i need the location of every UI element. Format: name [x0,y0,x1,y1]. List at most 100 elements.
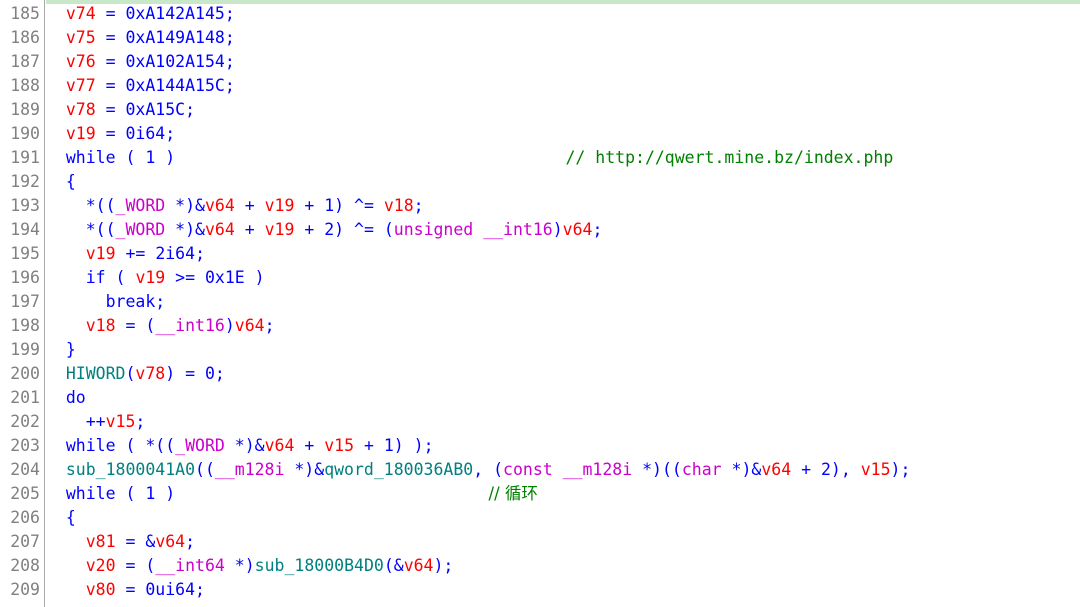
code-token-punct: ); [433,556,454,575]
line-number: 189 [10,100,40,119]
code-token-punct [46,484,66,503]
line-code[interactable]: v18 = (__int16)v64; [46,314,275,338]
code-token-punct: } [46,340,76,359]
code-token-punct: ; [195,244,205,263]
line-number: 208 [10,556,40,575]
code-line[interactable]: 203 while ( *((_WORD *)&v64 + v15 + 1) )… [0,434,1080,458]
code-line[interactable]: 190 v19 = 0i64; [0,122,1080,146]
code-token-punct: += [115,244,156,263]
code-line[interactable]: 187 v76 = 0xA102A154; [0,50,1080,74]
code-token-punct [46,556,86,575]
code-token-punct: { [46,508,76,527]
line-code[interactable]: v74 = 0xA142A145; [46,2,235,26]
code-line[interactable]: 195 v19 += 2i64; [0,242,1080,266]
code-line[interactable]: 209 v80 = 0ui64; [0,578,1080,602]
code-line[interactable]: 189 v78 = 0xA15C; [0,98,1080,122]
line-code[interactable]: sub_1800041A0((__m128i *)&qword_180036AB… [46,458,911,482]
code-token-var: v18 [85,316,116,335]
code-token-var: v19 [85,244,116,263]
line-code[interactable]: v19 = 0i64; [46,122,175,146]
line-code[interactable]: v77 = 0xA144A15C; [46,74,235,98]
code-line[interactable]: 194 *((_WORD *)&v64 + v19 + 2) ^= (unsig… [0,218,1080,242]
code-line[interactable]: 197 break; [0,290,1080,314]
line-comment[interactable]: // http://qwert.mine.bz/index.php [565,146,893,170]
code-token-punct: ; [264,316,275,335]
code-token-number: 2 [820,460,831,479]
code-line[interactable]: 186 v75 = 0xA149A148; [0,26,1080,50]
code-line[interactable]: 191 while ( 1 ) // http://qwert.mine.bz/i… [0,146,1080,170]
code-line[interactable]: 199 } [0,338,1080,362]
code-line[interactable]: 200 HIWORD(v78) = 0; [0,362,1080,386]
code-token-punct: ; [214,364,225,383]
line-code[interactable]: v76 = 0xA102A154; [46,50,235,74]
line-code[interactable]: HIWORD(v78) = 0; [46,362,225,386]
code-token-punct: ; [224,52,235,71]
code-token-var: v64 [403,556,434,575]
code-token-punct [46,460,66,479]
line-code[interactable]: v78 = 0xA15C; [46,98,195,122]
line-code[interactable]: v19 += 2i64; [46,242,205,266]
code-line[interactable]: 201 do [0,386,1080,410]
code-line[interactable]: 208 v20 = (__int64 *)sub_18000B4D0(&v64)… [0,554,1080,578]
code-token-var: v19 [264,196,295,215]
line-comment[interactable]: // 循环 [489,482,538,506]
line-code[interactable]: while ( 1 ) [46,482,175,506]
code-token-punct: = [95,124,126,143]
line-code[interactable]: v80 = 0ui64; [46,578,205,602]
code-token-func: HIWORD [65,364,126,383]
code-token-func: sub_1800041A0 [65,460,196,479]
code-line[interactable]: 192 { [0,170,1080,194]
code-token-punct: + [791,460,821,479]
code-line[interactable]: 202 ++v15; [0,410,1080,434]
pseudocode-view[interactable]: 185 v74 = 0xA142A145; 186 v75 = 0xA149A14… [0,0,1080,607]
code-token-punct: ; [165,124,176,143]
code-token-punct [46,100,66,119]
code-token-punct: ) [224,316,235,335]
code-token-punct: *)& [165,196,205,215]
code-token-punct [46,148,66,167]
code-line[interactable]: 193 *((_WORD *)&v64 + v19 + 1) ^= v18; [0,194,1080,218]
code-line[interactable]: 198 v18 = (__int16)v64; [0,314,1080,338]
line-number: 195 [10,244,40,263]
code-token-type: _WORD [115,196,166,215]
line-code[interactable]: while ( 1 ) [46,146,175,170]
line-code[interactable]: ++v15; [46,410,146,434]
line-code[interactable]: do [46,386,86,410]
line-code[interactable]: if ( v19 >= 0x1E ) [46,266,265,290]
code-line[interactable]: 204 sub_1800041A0((__m128i *)&qword_1800… [0,458,1080,482]
line-number: 204 [10,460,40,479]
line-code[interactable]: { [46,170,76,194]
line-code[interactable]: } [46,338,76,362]
line-number: 187 [10,52,40,71]
code-token-keyword: while [65,484,116,503]
code-token-punct [46,580,86,599]
code-line[interactable]: 207 v81 = &v64; [0,530,1080,554]
code-token-var: v76 [65,52,96,71]
line-number: 186 [10,28,40,47]
line-code[interactable]: v20 = (__int64 *)sub_18000B4D0(&v64); [46,554,454,578]
code-token-punct: ; [195,580,205,599]
code-line[interactable]: 206 { [0,506,1080,530]
line-code[interactable]: *((_WORD *)&v64 + v19 + 2) ^= (unsigned … [46,218,603,242]
code-token-keyword: while [65,148,116,167]
code-token-punct: ; [155,292,166,311]
line-code[interactable]: break; [46,290,166,314]
code-token-punct: = [95,76,126,95]
line-code[interactable]: v81 = &v64; [46,530,195,554]
code-token-var: v15 [860,460,891,479]
code-token-number: 1 [383,436,394,455]
code-token-type: __m128i [214,460,285,479]
code-token-punct: ; [185,100,196,119]
code-token-punct [46,244,86,263]
line-code[interactable]: { [46,506,76,530]
code-token-punct: ( [105,268,136,287]
code-line[interactable]: 188 v77 = 0xA144A15C; [0,74,1080,98]
code-line[interactable]: 205 while ( 1 ) // 循环 [0,482,1080,506]
line-number: 190 [10,124,40,143]
line-code[interactable]: while ( *((_WORD *)&v64 + v15 + 1) ); [46,434,434,458]
code-line[interactable]: 196 if ( v19 >= 0x1E ) [0,266,1080,290]
code-token-var: v64 [204,196,235,215]
code-line[interactable]: 185 v74 = 0xA142A145; [0,2,1080,26]
line-code[interactable]: v75 = 0xA149A148; [46,26,235,50]
line-code[interactable]: *((_WORD *)&v64 + v19 + 1) ^= v18; [46,194,424,218]
